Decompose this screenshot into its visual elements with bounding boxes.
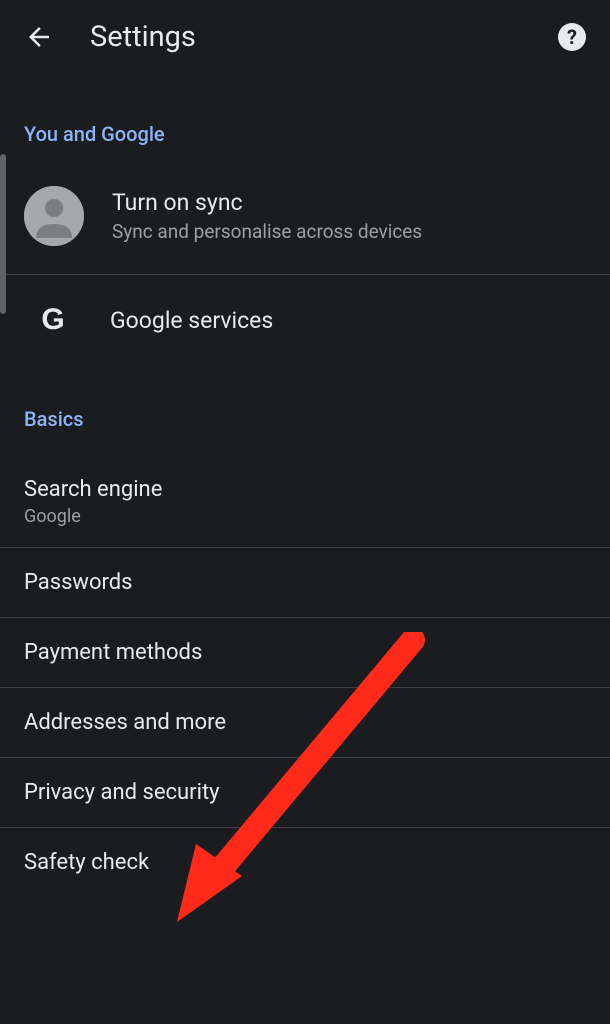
- search-engine-title: Search engine: [24, 477, 586, 502]
- search-engine-item[interactable]: Search engine Google: [0, 451, 610, 548]
- turn-on-sync-row[interactable]: Turn on sync Sync and personalise across…: [0, 158, 610, 275]
- google-services-row[interactable]: G Google services: [0, 275, 610, 365]
- passwords-title: Passwords: [24, 570, 586, 595]
- payment-methods-title: Payment methods: [24, 640, 586, 665]
- page-title: Settings: [90, 20, 196, 54]
- scrollbar-indicator: [0, 154, 6, 314]
- search-engine-subtitle: Google: [24, 506, 586, 527]
- header-left: Settings: [24, 20, 196, 54]
- safety-check-item[interactable]: Safety check: [0, 828, 610, 897]
- sync-text-group: Turn on sync Sync and personalise across…: [112, 189, 422, 243]
- avatar-icon: [24, 186, 84, 246]
- back-arrow-icon[interactable]: [24, 22, 54, 52]
- header-bar: Settings ?: [0, 0, 610, 74]
- safety-check-title: Safety check: [24, 850, 586, 875]
- you-and-google-section-header: You and Google: [0, 74, 610, 158]
- privacy-security-title: Privacy and security: [24, 780, 586, 805]
- addresses-title: Addresses and more: [24, 710, 586, 735]
- privacy-security-item[interactable]: Privacy and security: [0, 758, 610, 828]
- addresses-item[interactable]: Addresses and more: [0, 688, 610, 758]
- google-services-label: Google services: [110, 307, 273, 334]
- sync-subtitle: Sync and personalise across devices: [112, 220, 422, 243]
- passwords-item[interactable]: Passwords: [0, 548, 610, 618]
- basics-section-header: Basics: [0, 365, 610, 451]
- google-g-icon: G: [36, 303, 70, 337]
- sync-title: Turn on sync: [112, 189, 422, 216]
- help-icon[interactable]: ?: [558, 23, 586, 51]
- payment-methods-item[interactable]: Payment methods: [0, 618, 610, 688]
